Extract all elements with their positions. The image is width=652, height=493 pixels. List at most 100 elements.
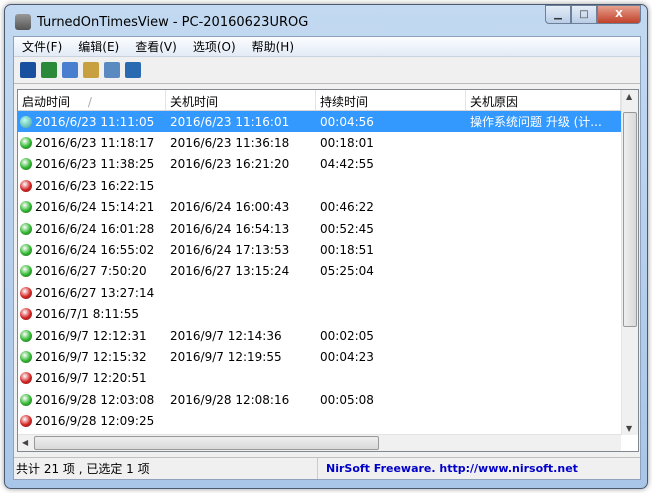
cell-end: 2016/6/24 16:00:43 — [170, 200, 290, 215]
refresh-icon[interactable] — [41, 62, 57, 78]
scroll-left-icon[interactable]: ◀ — [22, 438, 28, 447]
table-row[interactable]: 2016/9/28 12:03:08 2016/9/28 12:08:16 00… — [18, 389, 638, 410]
table-row[interactable]: 2016/6/23 16:22:15 — [18, 175, 638, 196]
cell-start: 2016/9/7 12:15:32 — [18, 350, 166, 364]
start-time: 2016/7/1 8:11:55 — [35, 307, 139, 322]
cell-start: 2016/9/28 12:03:08 — [18, 393, 166, 407]
column-header-reason[interactable]: 关机原因 — [466, 90, 621, 110]
maximize-button[interactable]: □ — [571, 5, 597, 24]
cell-start: 2016/6/23 16:22:15 — [18, 179, 166, 193]
cell-start: 2016/6/23 11:38:25 — [18, 157, 166, 171]
status-count: 共计 21 项 , 已选定 1 项 — [14, 458, 318, 479]
app-window: TurnedOnTimesView - PC-20160623UROG ▁ □ … — [4, 4, 648, 489]
cell-start: 2016/6/23 11:18:17 — [18, 136, 166, 150]
cell-end: 2016/6/24 17:13:53 — [170, 243, 290, 258]
times-list[interactable]: 启动时间 / 关机时间 持续时间 关机原因 2016/6/23 11:11:05… — [17, 89, 639, 452]
cell-duration: 00:18:51 — [320, 243, 374, 258]
start-time: 2016/9/7 12:12:31 — [35, 328, 147, 343]
cell-start: 2016/6/23 11:11:05 — [18, 114, 166, 129]
table-row[interactable]: 2016/9/7 12:12:31 2016/9/7 12:14:36 00:0… — [18, 325, 638, 346]
cell-duration: 00:04:23 — [320, 349, 374, 364]
column-header-duration[interactable]: 持续时间 — [316, 90, 466, 110]
save-icon[interactable] — [20, 62, 36, 78]
menu-help[interactable]: 帮助(H) — [244, 38, 302, 55]
cell-end: 2016/6/27 13:15:24 — [170, 264, 290, 279]
green-status-icon — [20, 115, 32, 128]
cell-end: 2016/6/23 16:21:20 — [170, 157, 290, 172]
scroll-up-icon[interactable]: ▲ — [626, 92, 632, 101]
green-status-icon — [20, 137, 32, 150]
status-bar: 共计 21 项 , 已选定 1 项 NirSoft Freeware. http… — [14, 457, 640, 479]
horizontal-scroll-thumb[interactable] — [34, 436, 379, 450]
menu-bar: 文件(F) 编辑(E) 查看(V) 选项(O) 帮助(H) — [14, 37, 640, 57]
red-status-icon — [20, 372, 32, 385]
red-status-icon — [20, 415, 32, 428]
cell-duration: 00:05:08 — [320, 392, 374, 407]
table-row[interactable]: 2016/6/27 7:50:20 2016/6/27 13:15:24 05:… — [18, 261, 638, 282]
cell-start: 2016/9/7 12:12:31 — [18, 329, 166, 343]
cell-start: 2016/6/24 16:55:02 — [18, 243, 166, 257]
start-time: 2016/9/28 12:03:08 — [35, 392, 155, 407]
column-label: 启动时间 — [22, 95, 71, 109]
start-time: 2016/6/23 11:38:25 — [35, 157, 155, 172]
cell-duration: 00:52:45 — [320, 221, 374, 236]
table-row[interactable]: 2016/7/1 8:11:55 — [18, 304, 638, 325]
start-time: 2016/6/23 11:18:17 — [35, 136, 155, 151]
table-row[interactable]: 2016/9/7 12:20:51 — [18, 368, 638, 389]
start-time: 2016/6/24 16:01:28 — [35, 221, 155, 236]
app-icon — [15, 14, 31, 30]
minimize-button[interactable]: ▁ — [545, 5, 571, 24]
table-row[interactable]: 2016/6/27 13:27:14 — [18, 282, 638, 303]
start-time: 2016/6/27 13:27:14 — [35, 285, 155, 300]
cell-start: 2016/6/27 13:27:14 — [18, 286, 166, 300]
vertical-scroll-thumb[interactable] — [623, 112, 637, 327]
cell-duration: 00:18:01 — [320, 136, 374, 151]
menu-options[interactable]: 选项(O) — [185, 38, 244, 55]
table-row[interactable]: 2016/6/23 11:18:17 2016/6/23 11:36:18 00… — [18, 132, 638, 153]
table-row[interactable]: 2016/9/7 12:15:32 2016/9/7 12:19:55 00:0… — [18, 346, 638, 367]
find-icon[interactable] — [104, 62, 120, 78]
column-header-end[interactable]: 关机时间 — [166, 90, 316, 110]
table-row[interactable]: 2016/6/24 15:14:21 2016/6/24 16:00:43 00… — [18, 197, 638, 218]
green-status-icon — [20, 393, 32, 406]
start-time: 2016/6/24 16:55:02 — [35, 243, 155, 258]
properties-icon[interactable] — [83, 62, 99, 78]
cell-start: 2016/9/28 12:09:25 — [18, 414, 166, 428]
cell-end: 2016/9/7 12:14:36 — [170, 328, 282, 343]
table-row[interactable]: 2016/6/23 11:38:25 2016/6/23 16:21:20 04… — [18, 154, 638, 175]
horizontal-scrollbar[interactable]: ◀ — [18, 434, 621, 451]
start-time: 2016/9/28 12:09:25 — [35, 414, 155, 429]
cell-start: 2016/6/27 7:50:20 — [18, 264, 166, 278]
nirsoft-link[interactable]: NirSoft Freeware. http://www.nirsoft.net — [318, 462, 578, 475]
table-row[interactable]: 2016/9/28 12:09:25 — [18, 410, 638, 431]
cell-end: 2016/6/23 11:16:01 — [170, 114, 290, 129]
green-status-icon — [20, 222, 32, 235]
green-status-icon — [20, 350, 32, 363]
start-time: 2016/6/23 16:22:15 — [35, 178, 155, 193]
green-status-icon — [20, 329, 32, 342]
table-row[interactable]: 2016/6/24 16:01:28 2016/6/24 16:54:13 00… — [18, 218, 638, 239]
cell-end: 2016/9/7 12:19:55 — [170, 349, 282, 364]
start-time: 2016/6/24 15:14:21 — [35, 200, 155, 215]
close-button[interactable]: X — [597, 5, 641, 24]
green-status-icon — [20, 244, 32, 257]
copy-icon[interactable] — [62, 62, 78, 78]
cell-start: 2016/9/7 12:20:51 — [18, 371, 166, 385]
menu-file[interactable]: 文件(F) — [14, 38, 70, 55]
cell-start: 2016/6/24 16:01:28 — [18, 222, 166, 236]
cell-duration: 00:04:56 — [320, 114, 374, 129]
column-header-start[interactable]: 启动时间 / — [18, 90, 166, 110]
vertical-scrollbar[interactable]: ▲ ▼ — [621, 90, 638, 435]
start-time: 2016/9/7 12:20:51 — [35, 371, 147, 386]
scroll-down-icon[interactable]: ▼ — [626, 424, 632, 433]
cell-duration: 04:42:55 — [320, 157, 374, 172]
menu-view[interactable]: 查看(V) — [127, 38, 185, 55]
exit-icon[interactable] — [125, 62, 141, 78]
cell-duration: 00:46:22 — [320, 200, 374, 215]
red-status-icon — [20, 286, 32, 299]
cell-end: 2016/9/28 12:08:16 — [170, 392, 290, 407]
list-header: 启动时间 / 关机时间 持续时间 关机原因 — [18, 90, 638, 111]
menu-edit[interactable]: 编辑(E) — [70, 38, 127, 55]
table-row[interactable]: 2016/6/23 11:11:05 2016/6/23 11:16:01 00… — [18, 111, 638, 133]
table-row[interactable]: 2016/6/24 16:55:02 2016/6/24 17:13:53 00… — [18, 239, 638, 260]
